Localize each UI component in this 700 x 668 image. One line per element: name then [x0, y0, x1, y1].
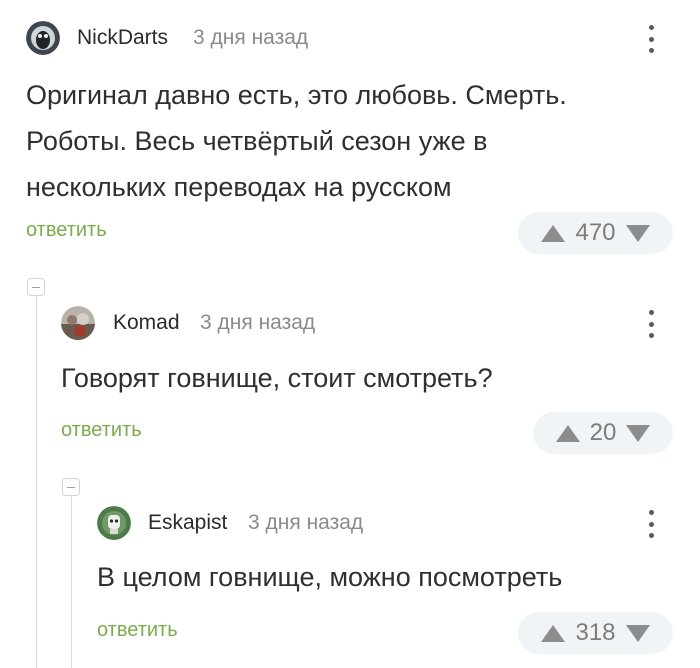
arrow-up-icon[interactable]: [541, 624, 566, 642]
more-vertical-icon[interactable]: [638, 507, 664, 541]
avatar[interactable]: [26, 21, 60, 55]
comment-text: Оригинал давно есть, это любовь. Смерть.…: [26, 80, 567, 202]
avatar[interactable]: [97, 506, 131, 540]
comment-author[interactable]: Komad: [113, 311, 180, 335]
thread-line-level-1: [36, 296, 37, 668]
comment-timestamp: 3 дня назад: [200, 311, 316, 334]
arrow-up-icon[interactable]: [555, 424, 580, 442]
more-vertical-icon[interactable]: [638, 307, 664, 341]
thread-line-level-2: [71, 496, 72, 668]
arrow-down-icon[interactable]: [625, 224, 650, 242]
collapse-thread-button[interactable]: [62, 478, 80, 496]
comment-timestamp: 3 дня назад: [193, 26, 309, 49]
comment-text: В целом говнище, можно посмотреть: [97, 562, 563, 592]
collapse-thread-button[interactable]: [27, 278, 45, 296]
rating-widget: 318: [518, 612, 673, 654]
rating-score: 470: [575, 219, 616, 246]
reply-button[interactable]: ответить: [97, 619, 178, 642]
rating-widget: 20: [533, 412, 673, 454]
comment-timestamp: 3 дня назад: [248, 511, 364, 534]
reply-button[interactable]: ответить: [26, 219, 107, 242]
arrow-down-icon[interactable]: [626, 424, 651, 442]
comment-author[interactable]: Eskapist: [148, 511, 227, 535]
arrow-up-icon[interactable]: [541, 224, 566, 242]
comment-text: Говорят говнище, стоит смотреть?: [61, 363, 493, 393]
avatar[interactable]: [61, 306, 95, 340]
arrow-down-icon[interactable]: [625, 624, 650, 642]
reply-button[interactable]: ответить: [61, 419, 142, 442]
rating-widget: 470: [518, 212, 673, 254]
more-vertical-icon[interactable]: [638, 22, 664, 56]
comment-author[interactable]: NickDarts: [77, 26, 168, 50]
rating-score: 20: [589, 419, 617, 446]
rating-score: 318: [575, 619, 616, 646]
